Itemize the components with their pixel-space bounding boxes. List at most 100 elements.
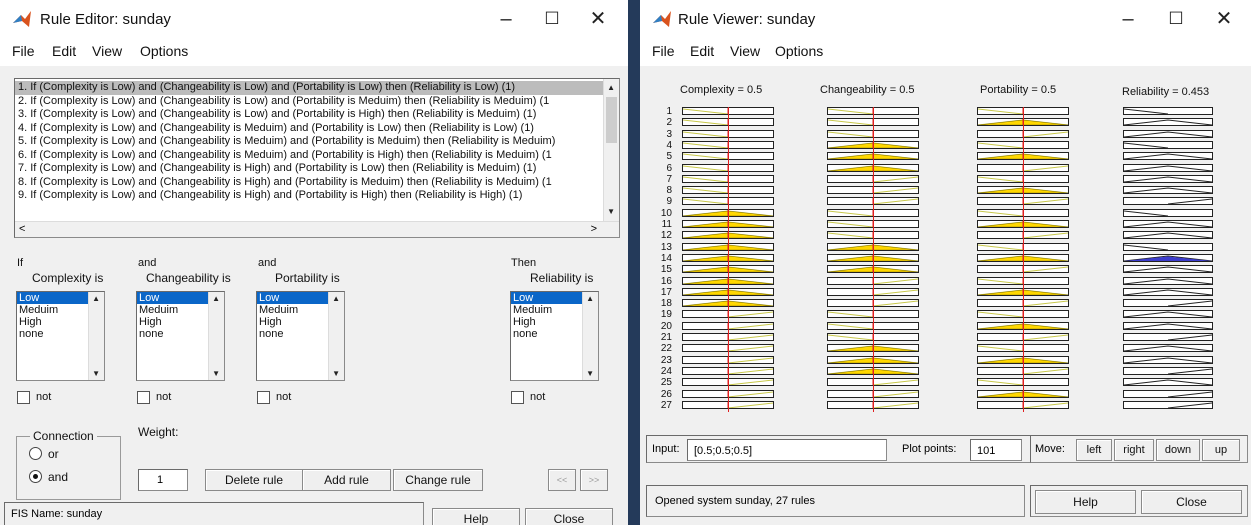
or-radio[interactable] xyxy=(29,447,42,460)
output-mf-plot[interactable] xyxy=(1123,366,1213,375)
output-mf-plot[interactable] xyxy=(1123,378,1213,387)
move-up-button[interactable]: up xyxy=(1202,439,1240,461)
changeability-listbox[interactable]: Low Meduim High none ▲ ▼ xyxy=(136,291,225,381)
close-button[interactable]: Close xyxy=(525,508,613,525)
close-icon[interactable]: ✕ xyxy=(1210,6,1238,32)
output-mf-plot[interactable] xyxy=(1123,400,1213,409)
portability-not-checkbox[interactable] xyxy=(257,391,270,404)
rule-item[interactable]: 4. If (Complexity is Low) and (Changeabi… xyxy=(15,122,603,136)
scroll-down-icon[interactable]: ▼ xyxy=(332,369,340,378)
scroll-up-icon[interactable]: ▲ xyxy=(212,294,220,303)
output-mf-plot[interactable] xyxy=(1123,355,1213,364)
menu-view[interactable]: View xyxy=(92,43,122,59)
and-radio[interactable] xyxy=(29,470,42,483)
menu-file[interactable]: File xyxy=(652,43,675,59)
output-mf-plot[interactable] xyxy=(1123,208,1213,217)
output-mf-plot[interactable] xyxy=(1123,174,1213,183)
listbox-scrollbar[interactable]: ▲ ▼ xyxy=(88,292,104,380)
output-mf-plot[interactable] xyxy=(1123,231,1213,240)
delete-rule-button[interactable]: Delete rule xyxy=(205,469,303,491)
move-right-button[interactable]: right xyxy=(1114,439,1154,461)
maximize-icon[interactable]: ☐ xyxy=(538,6,566,32)
rule-item[interactable]: 5. If (Complexity is Low) and (Changeabi… xyxy=(15,135,603,149)
menu-edit[interactable]: Edit xyxy=(690,43,714,59)
scroll-up-icon[interactable]: ▲ xyxy=(332,294,340,303)
output-mf-plot[interactable] xyxy=(1123,310,1213,319)
output-mf-plot[interactable] xyxy=(1123,220,1213,228)
rule-item[interactable]: 6. If (Complexity is Low) and (Changeabi… xyxy=(15,149,603,163)
plot-points-field[interactable]: 101 xyxy=(970,439,1022,461)
menu-view[interactable]: View xyxy=(730,43,760,59)
output-mf-plot[interactable] xyxy=(1123,344,1213,353)
weight-input[interactable]: 1 xyxy=(138,469,188,491)
output-mf-plot[interactable] xyxy=(1123,197,1213,206)
output-mf-plot[interactable] xyxy=(1123,118,1213,127)
scroll-down-icon[interactable]: ▼ xyxy=(212,369,220,378)
scroll-thumb[interactable] xyxy=(606,97,617,143)
output-mf-plot[interactable] xyxy=(1123,389,1213,398)
output-mf-plot[interactable] xyxy=(1123,163,1213,172)
move-down-button[interactable]: down xyxy=(1156,439,1200,461)
scroll-up-icon[interactable]: ▲ xyxy=(607,83,615,92)
output-mf-plot[interactable] xyxy=(1123,186,1213,195)
reliability-listbox[interactable]: Low Meduim High none ▲ ▼ xyxy=(510,291,599,381)
move-left-button[interactable]: left xyxy=(1076,439,1112,461)
add-rule-button[interactable]: Add rule xyxy=(302,469,391,491)
rule-item[interactable]: 8. If (Complexity is Low) and (Changeabi… xyxy=(15,176,603,190)
output-mf-plot[interactable] xyxy=(1123,321,1213,330)
listbox-scrollbar[interactable]: ▲ ▼ xyxy=(328,292,344,380)
viewer-close-button[interactable]: Close xyxy=(1141,490,1242,514)
output-mf-plot[interactable] xyxy=(1123,253,1213,262)
portability-listbox[interactable]: Low Meduim High none ▲ ▼ xyxy=(256,291,345,381)
output-mf-plot[interactable] xyxy=(1123,287,1213,296)
reliability-not-checkbox[interactable] xyxy=(511,391,524,404)
help-button[interactable]: Help xyxy=(432,508,520,525)
scroll-down-icon[interactable]: ▼ xyxy=(92,369,100,378)
close-icon[interactable]: ✕ xyxy=(584,6,612,32)
output-mf-plot[interactable] xyxy=(1123,299,1213,308)
output-mf-plot[interactable] xyxy=(1123,140,1213,149)
viewer-help-button[interactable]: Help xyxy=(1035,490,1136,514)
output-mf-plot[interactable] xyxy=(1123,333,1213,341)
listbox-scrollbar[interactable]: ▲ ▼ xyxy=(208,292,224,380)
scroll-right-icon[interactable]: > xyxy=(591,223,597,235)
input-field[interactable]: [0.5;0.5;0.5] xyxy=(687,439,887,461)
rule-item[interactable]: 9. If (Complexity is Low) and (Changeabi… xyxy=(15,189,603,203)
menu-options[interactable]: Options xyxy=(775,43,823,59)
next-button[interactable]: >> xyxy=(580,469,608,491)
scroll-up-icon[interactable]: ▲ xyxy=(92,294,100,303)
input-cursor-line[interactable] xyxy=(728,107,729,413)
minimize-icon[interactable]: – xyxy=(492,6,520,32)
output-mf-plot[interactable] xyxy=(1123,276,1213,285)
rule-item[interactable]: 7. If (Complexity is Low) and (Changeabi… xyxy=(15,162,603,176)
rule-item[interactable]: 3. If (Complexity is Low) and (Changeabi… xyxy=(15,108,603,122)
scroll-down-icon[interactable]: ▼ xyxy=(586,369,594,378)
menu-options[interactable]: Options xyxy=(140,43,188,59)
changeability-not-checkbox[interactable] xyxy=(137,391,150,404)
output-mf-plot[interactable] xyxy=(1123,107,1213,115)
rule-plot-grid[interactable]: 1 2 3 4 5 6 7 8 9 10 11 12 13 14 15 16 17 18 19 20 21 22 23 24 2… xyxy=(640,66,1251,436)
rule-list[interactable]: 1. If (Complexity is Low) and (Changeabi… xyxy=(14,78,620,238)
output-mf-plot[interactable] xyxy=(1123,242,1213,251)
scroll-up-icon[interactable]: ▲ xyxy=(586,294,594,303)
maximize-icon[interactable]: ☐ xyxy=(1162,6,1190,32)
output-mf-plot[interactable] xyxy=(1123,152,1213,161)
input-cursor-line[interactable] xyxy=(1023,107,1024,413)
change-rule-button[interactable]: Change rule xyxy=(393,469,483,491)
rule-list-hscroll[interactable]: < > xyxy=(15,221,619,237)
complexity-listbox[interactable]: Low Meduim High none ▲ ▼ xyxy=(16,291,105,381)
output-mf-plot[interactable] xyxy=(1123,129,1213,138)
input-cursor-line[interactable] xyxy=(873,107,874,413)
minimize-icon[interactable]: – xyxy=(1114,6,1142,32)
output-mf-plot[interactable] xyxy=(1123,265,1213,274)
complexity-not-checkbox[interactable] xyxy=(17,391,30,404)
rule-item[interactable]: 1. If (Complexity is Low) and (Changeabi… xyxy=(15,81,603,95)
scroll-down-icon[interactable]: ▼ xyxy=(607,207,615,216)
scroll-left-icon[interactable]: < xyxy=(19,223,25,235)
rule-list-vscroll[interactable]: ▲ ▼ xyxy=(603,79,619,223)
menu-file[interactable]: File xyxy=(12,43,35,59)
listbox-scrollbar[interactable]: ▲ ▼ xyxy=(582,292,598,380)
menu-edit[interactable]: Edit xyxy=(52,43,76,59)
rule-item[interactable]: 2. If (Complexity is Low) and (Changeabi… xyxy=(15,95,603,109)
previous-button[interactable]: << xyxy=(548,469,576,491)
